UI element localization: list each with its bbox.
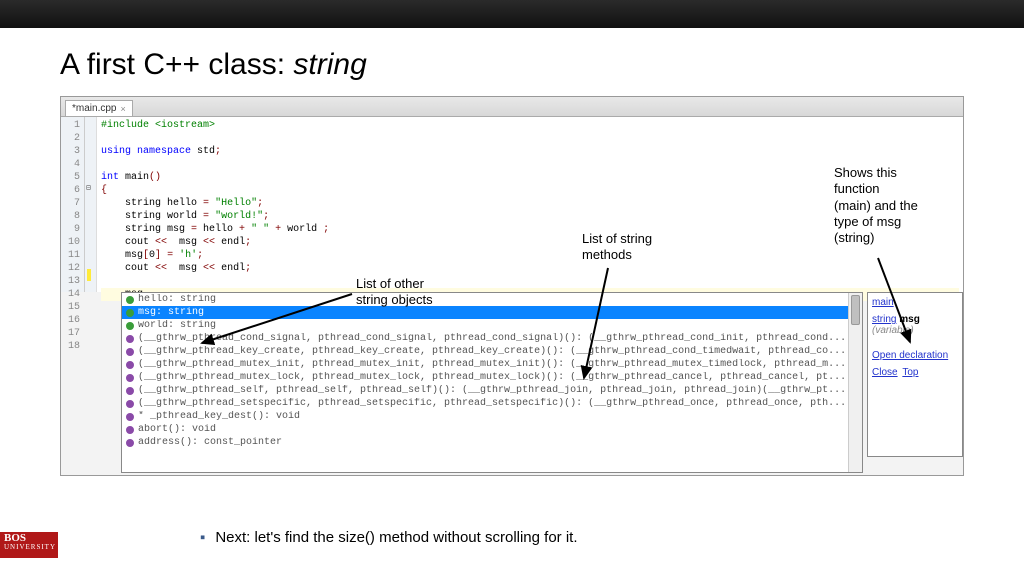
autocomplete-item[interactable]: (__gthrw_pthread_cond_signal, pthread_co… xyxy=(122,332,862,345)
autocomplete-item[interactable]: msg: string xyxy=(122,306,862,319)
autocomplete-item[interactable]: world: string xyxy=(122,319,862,332)
footer-text: Next: let's find the size() method witho… xyxy=(215,529,577,546)
autocomplete-popup[interactable]: hello: stringmsg: stringworld: string(__… xyxy=(121,292,863,473)
fold-toggle-icon[interactable]: ⊟ xyxy=(86,182,91,195)
autocomplete-item[interactable]: (__gthrw_pthread_key_create, pthread_key… xyxy=(122,345,862,358)
university-logo: BOS UNIVERSITY xyxy=(0,532,58,558)
autocomplete-item[interactable]: abort(): void xyxy=(122,423,862,436)
type-link[interactable]: string xyxy=(872,314,896,325)
slide-title: A first C++ class: string xyxy=(60,48,964,82)
line-gutter: 123456789101112131415161718 xyxy=(61,117,85,292)
autocomplete-item[interactable]: (__gthrw_pthread_setspecific, pthread_se… xyxy=(122,397,862,410)
title-prefix: A first C++ class: xyxy=(60,48,293,81)
scrollbar-thumb[interactable] xyxy=(851,295,860,325)
var-kind-label: (variable) xyxy=(872,325,958,336)
callout-type-info: Shows this function (main) and the type … xyxy=(834,165,918,246)
autocomplete-item[interactable]: (__gthrw_pthread_self, pthread_self, pth… xyxy=(122,384,862,397)
change-marker xyxy=(87,269,91,281)
code-editor[interactable]: 123456789101112131415161718 ⊟ #include <… xyxy=(61,117,963,292)
open-declaration-link[interactable]: Open declaration xyxy=(872,350,958,361)
top-link[interactable]: Top xyxy=(902,367,918,378)
fold-column: ⊟ xyxy=(85,117,97,292)
autocomplete-item[interactable]: hello: string xyxy=(122,293,862,306)
footer-note: ▪ Next: let's find the size() method wit… xyxy=(0,529,1024,546)
callout-string-methods: List of string methods xyxy=(582,231,652,264)
autocomplete-item[interactable]: (__gthrw_pthread_mutex_lock, pthread_mut… xyxy=(122,371,862,384)
close-icon[interactable]: × xyxy=(120,104,125,114)
scrollbar[interactable] xyxy=(848,293,862,472)
type-info-panel: main string msg (variable) Open declarat… xyxy=(867,292,963,457)
editor-tabbar: *main.cpp × xyxy=(61,97,963,117)
ide-window: *main.cpp × 123456789101112131415161718 … xyxy=(60,96,964,476)
title-class-name: string xyxy=(293,48,366,81)
context-link-main[interactable]: main xyxy=(872,297,958,308)
autocomplete-item[interactable]: address(): const_pointer xyxy=(122,436,862,449)
autocomplete-item[interactable]: * _pthread_key_dest(): void xyxy=(122,410,862,423)
close-link[interactable]: Close xyxy=(872,367,898,378)
editor-tab-main[interactable]: *main.cpp × xyxy=(65,100,133,116)
callout-string-objects: List of other string objects xyxy=(356,276,433,309)
bullet-icon: ▪ xyxy=(200,529,205,546)
tab-label: *main.cpp xyxy=(72,103,116,114)
window-titlebar xyxy=(0,0,1024,28)
autocomplete-item[interactable]: (__gthrw_pthread_mutex_init, pthread_mut… xyxy=(122,358,862,371)
